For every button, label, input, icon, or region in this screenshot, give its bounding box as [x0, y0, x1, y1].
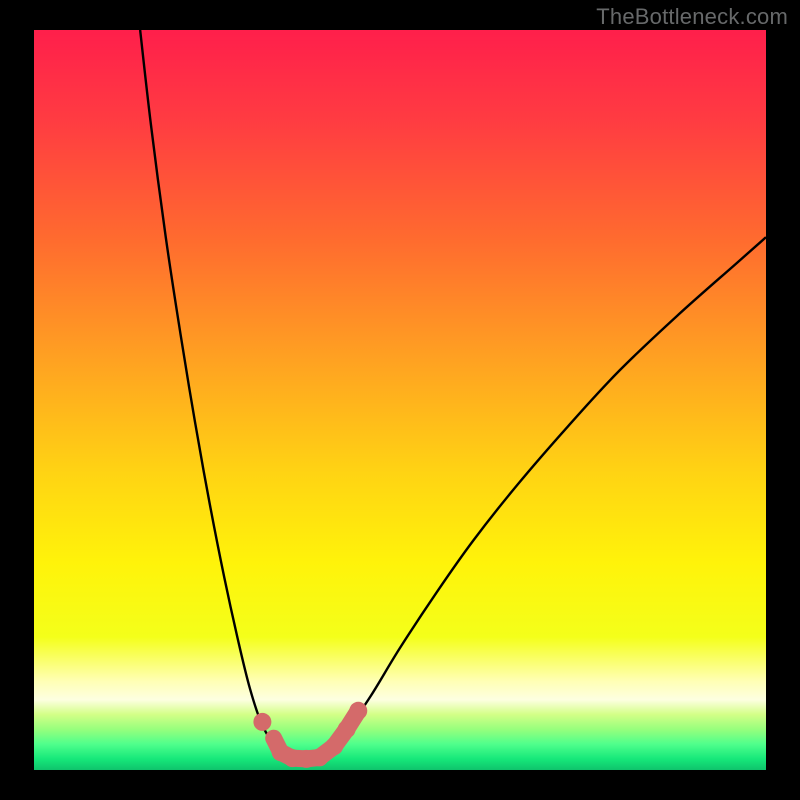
- marker-dot: [325, 737, 343, 755]
- watermark-text: TheBottleneck.com: [596, 4, 788, 30]
- marker-dot: [349, 702, 367, 720]
- bottleneck-chart: [0, 0, 800, 800]
- marker-dot: [338, 720, 356, 738]
- chart-container: { "watermark": "TheBottleneck.com", "cha…: [0, 0, 800, 800]
- marker-dot: [310, 748, 328, 766]
- marker-dot: [253, 713, 271, 731]
- gradient-background: [34, 30, 766, 770]
